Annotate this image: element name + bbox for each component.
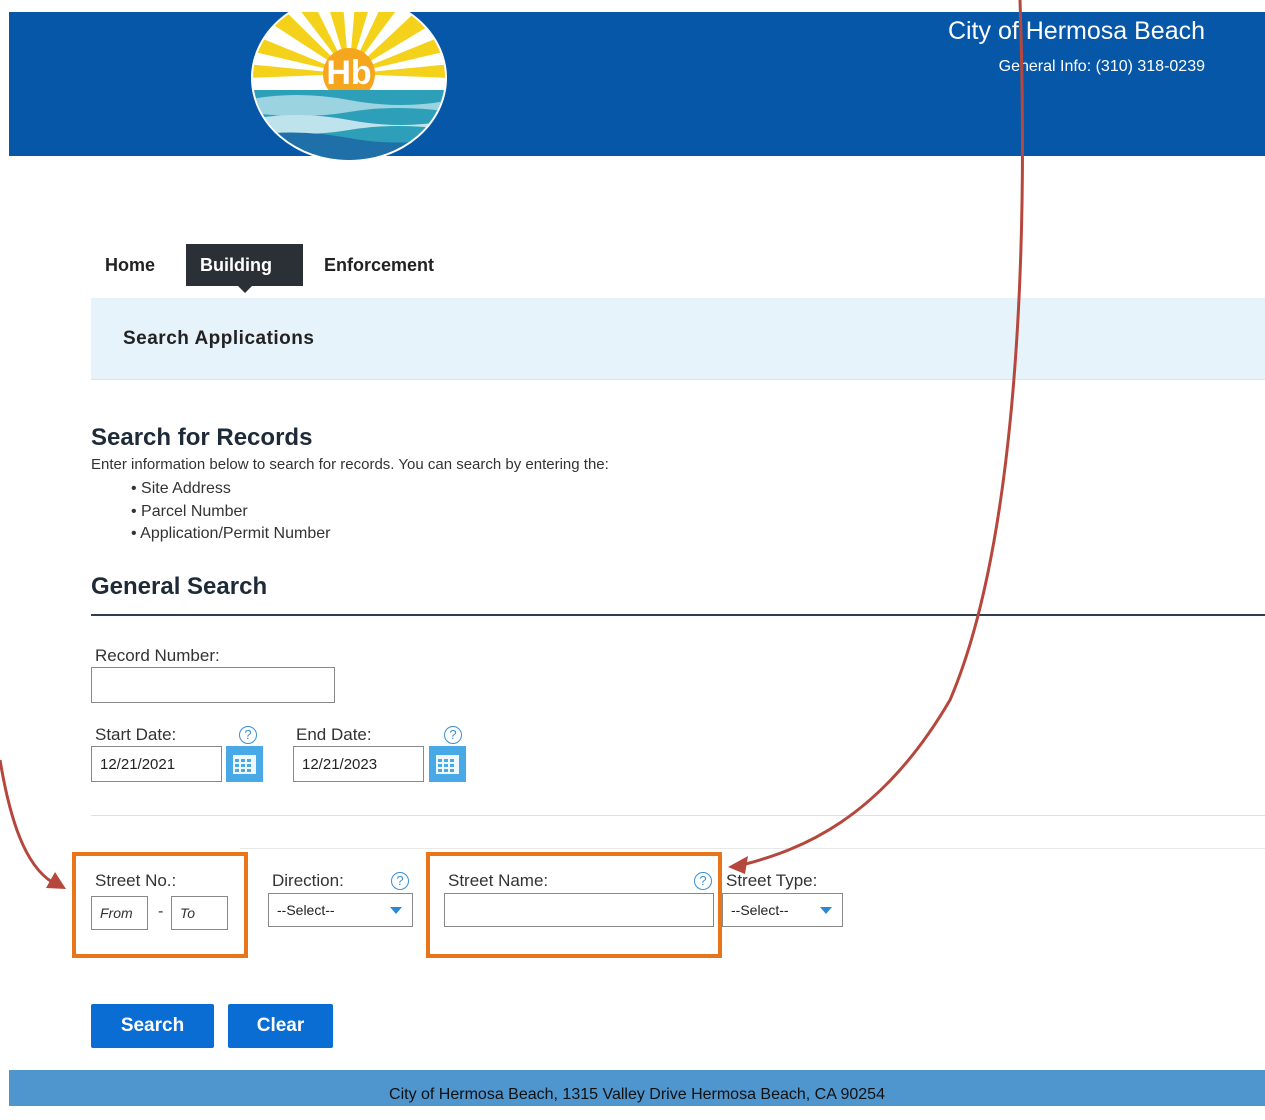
- annotation-arrow-street-no: [0, 759, 53, 884]
- arrow-head-icon: [728, 856, 748, 874]
- annotation-arrow-street-name: [741, 0, 1024, 867]
- annotation-arrows: [0, 0, 1024, 889]
